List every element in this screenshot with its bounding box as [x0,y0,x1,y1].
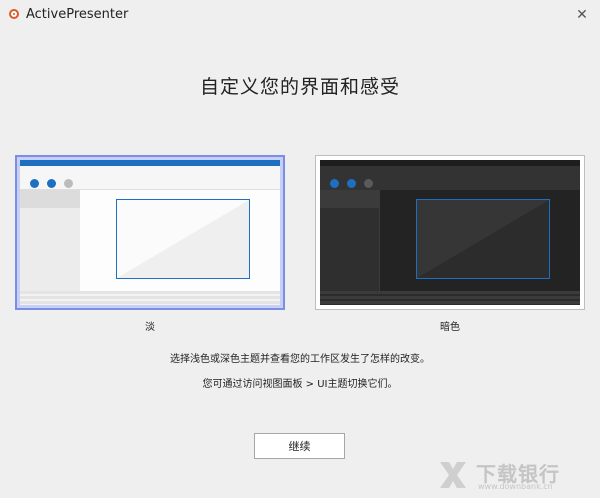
preview-dot-icon [47,179,56,188]
info-text-switch: 您可通过访问视图面板 > UI主题切换它们。 [202,379,398,390]
preview-dot-icon [64,179,73,188]
preview-dot-icon [330,179,339,188]
theme-label-light: 淡 [145,322,155,333]
close-button[interactable]: ✕ [564,0,600,30]
preview-sidebar [320,190,380,292]
preview-timeline [320,291,580,305]
preview-timeline [20,291,280,305]
preview-toolbar [20,166,280,190]
light-theme-preview [20,160,280,305]
continue-button[interactable]: 继续 [254,433,345,459]
watermark-url: www.downbank.cn [478,482,553,491]
info-text-theme: 选择浅色或深色主题并查看您的工作区发生了怎样的改变。 [170,354,430,365]
preview-sidebar [20,190,80,292]
window-title: ActivePresenter [26,7,129,22]
theme-card-light[interactable] [15,155,285,310]
preview-toolbar [320,166,580,190]
theme-card-dark[interactable] [315,155,585,310]
preview-sidebar-header [20,190,80,208]
preview-dot-icon [364,179,373,188]
theme-label-dark: 暗色 [440,322,460,333]
page-title: 自定义您的界面和感受 [199,76,400,98]
preview-sidebar-header [320,190,379,208]
preview-dot-icon [347,179,356,188]
preview-dot-icon [30,179,39,188]
watermark-logo-icon [440,462,466,488]
preview-canvas [116,199,250,279]
app-logo-icon [9,9,19,19]
watermark: 下载银行 www.downbank.cn [436,458,586,492]
preview-canvas [416,199,550,279]
dark-theme-preview [320,160,580,305]
title-bar: ActivePresenter ✕ [0,0,600,30]
